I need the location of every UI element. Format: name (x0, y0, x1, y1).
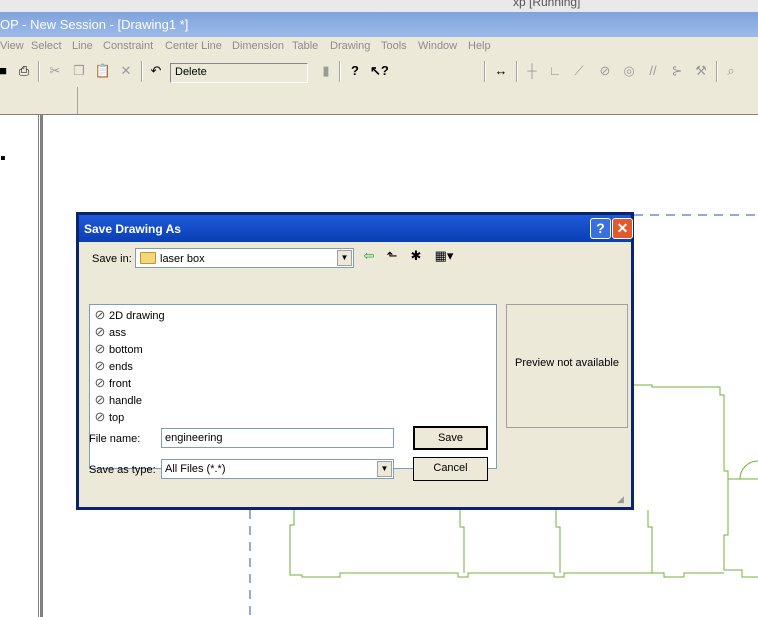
list-item[interactable]: ⊘ ends (93, 357, 133, 374)
save-in-dropdown[interactable]: laser box ▼ (135, 248, 354, 268)
view-menu-icon[interactable]: ▦▾ (431, 247, 457, 265)
cancel-button[interactable]: Cancel (413, 457, 488, 481)
chevron-down-icon[interactable]: ▼ (337, 250, 352, 266)
dialog-close-button[interactable]: ✕ (612, 218, 633, 239)
menu-line[interactable]: Line (72, 40, 93, 52)
dialog-help-button[interactable]: ? (590, 218, 611, 239)
save-in-value: laser box (160, 253, 205, 265)
file-name-label: File name: (89, 433, 141, 445)
list-item[interactable]: ⊘ 2D drawing (93, 306, 165, 323)
menu-tools[interactable]: Tools (381, 40, 407, 52)
drawing-file-icon: ⊘ (94, 324, 106, 339)
part-outline-upper (634, 384, 758, 480)
side-panel: ▪ (0, 115, 39, 617)
save-icon[interactable]: ■ (0, 62, 12, 80)
main-toolbar: ■ ⎙ ✂ ❐ 📋 ✕ ↶ Delete ▮ ? ↖? ↔ ┼ ∟ ⟋ ⊘ ◎ … (0, 57, 758, 88)
delete-icon[interactable]: ✕ (117, 62, 135, 80)
drawing-file-icon: ⊘ (94, 392, 106, 407)
preview-message: Preview not available (515, 357, 619, 369)
up-folder-icon[interactable]: ⬑ (383, 247, 401, 265)
save-drawing-dialog: Save Drawing As ? ✕ Save in: laser box ▼… (76, 212, 634, 510)
app-title-bar: OP - New Session - [Drawing1 *] (0, 12, 758, 37)
menu-view[interactable]: View (0, 40, 24, 52)
list-item[interactable]: ⊘ ass (93, 323, 127, 340)
drawing-file-icon: ⊘ (94, 307, 106, 322)
secondary-toolbar (0, 87, 758, 115)
save-in-label: Save in: (92, 253, 132, 265)
list-item[interactable]: ⊘ bottom (93, 340, 143, 357)
toolbar-separator (484, 61, 486, 82)
dialog-title-bar[interactable]: Save Drawing As ? ✕ (79, 215, 633, 242)
menu-bar: View Select Line Constraint Center Line … (0, 37, 758, 57)
drawing-file-icon: ⊘ (94, 341, 106, 356)
pan-icon[interactable]: ▮ (317, 62, 335, 80)
host-window-title: xp [Running] (513, 0, 581, 9)
toolbar-splitter (77, 87, 78, 114)
part-tabs (459, 510, 653, 573)
undo-history-value: Delete (175, 66, 207, 78)
undo-icon[interactable]: ↶ (147, 62, 165, 80)
drawing-file-icon: ⊘ (94, 358, 106, 373)
dimension-icon[interactable]: ↔ (492, 62, 510, 80)
side-panel-marker: ▪ (0, 150, 6, 167)
zoom-icon[interactable]: ⌕ (722, 62, 740, 80)
undo-history-combo[interactable]: Delete (170, 63, 308, 83)
toolbar-separator (141, 61, 143, 82)
menu-center-line[interactable]: Center Line (165, 40, 222, 52)
chevron-down-icon[interactable]: ▼ (377, 461, 392, 477)
menu-table[interactable]: Table (292, 40, 318, 52)
resize-grip-icon[interactable]: ◢ (617, 494, 624, 505)
menu-dimension[interactable]: Dimension (232, 40, 284, 52)
menu-window[interactable]: Window (418, 40, 457, 52)
list-item[interactable]: ⊘ handle (93, 391, 143, 408)
tools-icon[interactable]: ⚒ (692, 62, 710, 80)
drawing-file-icon: ⊘ (94, 409, 106, 424)
dialog-body: Save in: laser box ▼ ⇦ ⬑ ✱ ▦▾ ⊘ 2D drawin… (79, 242, 631, 507)
back-icon[interactable]: ⇦ (360, 247, 378, 265)
horizontal-constraint-icon[interactable]: ∟ (546, 62, 564, 80)
menu-constraint[interactable]: Constraint (103, 40, 153, 52)
whats-this-icon[interactable]: ↖? (370, 62, 389, 80)
save-as-type-dropdown[interactable]: All Files (*.*) ▼ (161, 459, 394, 479)
part-arc (739, 460, 758, 480)
toolbar-separator (516, 61, 518, 82)
drawing-file-icon: ⊘ (94, 375, 106, 390)
perpendicular-icon[interactable]: ┼ (523, 62, 541, 80)
print-icon[interactable]: ⎙ (15, 62, 33, 80)
toolbar-separator (716, 61, 718, 82)
menu-help[interactable]: Help (468, 40, 491, 52)
app-title: OP - New Session - [Drawing1 *] (0, 17, 189, 32)
save-as-type-label: Save as type: (89, 464, 156, 476)
new-folder-icon[interactable]: ✱ (407, 247, 425, 265)
line-constraint-icon[interactable]: ⟋ (570, 62, 588, 80)
help-icon[interactable]: ? (346, 62, 364, 80)
toolbar-separator (339, 61, 341, 82)
part-outline-bottom (289, 510, 724, 578)
symmetry-icon[interactable]: ⊱ (668, 62, 686, 80)
preview-pane: Preview not available (506, 304, 628, 428)
list-item[interactable]: ⊘ front (93, 374, 131, 391)
part-outline-right (723, 479, 758, 578)
file-name-field[interactable]: engineering (161, 428, 394, 448)
menu-drawing[interactable]: Drawing (330, 40, 370, 52)
menu-select[interactable]: Select (31, 40, 62, 52)
dialog-title: Save Drawing As (84, 222, 181, 236)
tangent-icon[interactable]: ⊘ (596, 62, 614, 80)
folder-icon (140, 252, 156, 264)
copy-icon[interactable]: ❐ (70, 62, 88, 80)
list-item[interactable]: ⊘ top (93, 408, 125, 425)
cut-icon[interactable]: ✂ (46, 62, 64, 80)
host-window-strip: xp [Running] (0, 0, 758, 12)
parallel-icon[interactable]: // (644, 62, 662, 80)
paste-icon[interactable]: 📋 (94, 62, 112, 80)
toolbar-separator (38, 61, 40, 82)
concentric-icon[interactable]: ◎ (620, 62, 638, 80)
save-button[interactable]: Save (413, 426, 488, 450)
file-name-value: engineering (165, 432, 223, 444)
panel-divider[interactable] (40, 115, 43, 617)
save-as-type-value: All Files (*.*) (165, 463, 226, 475)
